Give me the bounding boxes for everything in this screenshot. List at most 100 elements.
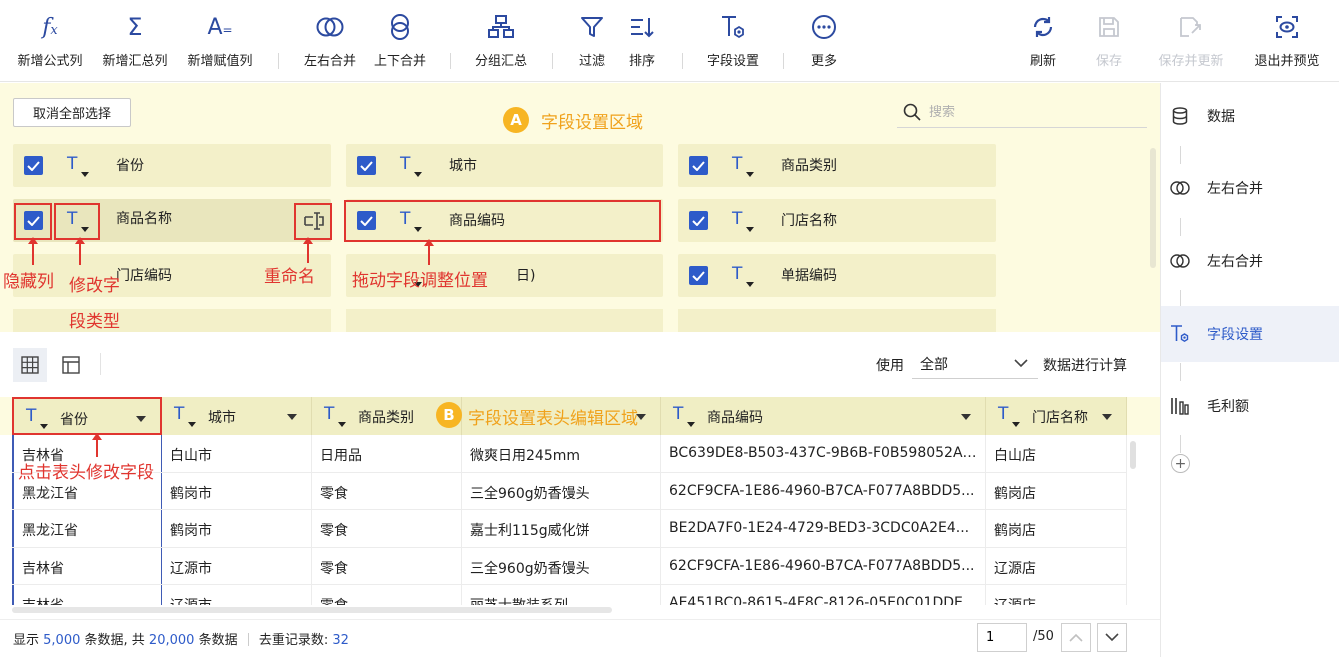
table-body: 吉林省 白山市 日用品 微爽日用245mm BC639DE8-B503-437C… (12, 435, 1127, 605)
refresh-label: 刷新 (1029, 54, 1056, 69)
table-row[interactable]: 黑龙江省 鹤岗市 零食 三全960g奶香馒头 62CF9CFA-1E86-496… (12, 472, 1127, 510)
group-summary-button[interactable]: 分组汇总 (459, 10, 543, 69)
save-update-label: 保存并更新 (1158, 54, 1224, 69)
field-search[interactable] (897, 97, 1147, 128)
add-assign-column-button[interactable]: A= 新增赋值列 (178, 10, 262, 70)
field-checkbox[interactable] (357, 156, 376, 175)
annotation-box-rename (294, 203, 332, 240)
more-button[interactable]: 更多 (782, 10, 866, 69)
field-card[interactable]: T 单据编码 (678, 254, 996, 297)
table-vertical-scrollbar[interactable] (1130, 441, 1136, 469)
text-type-icon[interactable]: T (172, 403, 202, 429)
annotation-change-type-line1: 修改字 (69, 276, 120, 296)
sort-button[interactable]: 排序 (600, 10, 684, 69)
text-type-icon[interactable]: T (65, 153, 95, 179)
annotation-change-type-line2: 段类型 (69, 312, 120, 332)
text-type-icon[interactable]: T (322, 403, 352, 429)
text-type-icon[interactable]: T (398, 153, 428, 179)
ud-merge-button[interactable]: 上下合并 (358, 10, 442, 69)
table-horizontal-scrollbar[interactable] (12, 607, 612, 613)
calc-scope-select[interactable]: 全部 (912, 349, 1038, 379)
table-row[interactable]: 黑龙江省 鹤岗市 零食 嘉士利115g威化饼 BE2DA7F0-1E24-472… (12, 510, 1127, 548)
field-card[interactable]: T 城市 (346, 144, 663, 187)
divider (100, 353, 101, 375)
shown-count: 5,000 (43, 633, 81, 648)
save-button[interactable]: 保存 (1067, 10, 1151, 69)
layout-view-button[interactable] (54, 348, 88, 382)
prev-page-button[interactable] (1061, 623, 1091, 652)
chevron-down-icon (1105, 633, 1119, 642)
annotation-header-edit: 点击表头修改字段 (18, 463, 154, 483)
text-type-icon[interactable]: T (730, 153, 760, 179)
search-input[interactable] (929, 104, 1129, 120)
field-name: 门店名称 (781, 213, 837, 229)
chevron-down-icon (1014, 359, 1028, 368)
toolbar-divider (682, 53, 683, 69)
field-card[interactable]: T 商品类别 (678, 144, 996, 187)
dedup-count: 32 (332, 633, 349, 648)
sidebar-item-field-settings[interactable]: 字段设置 (1161, 306, 1339, 362)
formula-column-icon (1169, 395, 1191, 417)
lr-merge-icon (316, 10, 344, 44)
field-card-partial (678, 309, 996, 332)
annotation-hide-column: 隐藏列 (3, 272, 54, 292)
group-summary-icon (488, 10, 514, 44)
add-formula-column-button[interactable]: fx 新增公式列 (8, 10, 92, 70)
table-cell: 嘉士利115g威化饼 (462, 510, 661, 547)
sidebar-item-lr-merge[interactable]: 左右合并 (1161, 160, 1339, 216)
field-card[interactable]: T 省份 (13, 144, 331, 187)
text-type-icon[interactable]: T (730, 263, 760, 289)
save-and-update-button[interactable]: 保存并更新 (1149, 10, 1233, 69)
chevron-down-icon[interactable] (287, 414, 297, 420)
table-cell: 吉林省 (12, 585, 162, 605)
sidebar-item-gross-profit[interactable]: 毛利额 (1161, 378, 1339, 434)
sidebar-connector (1180, 435, 1181, 453)
field-checkbox[interactable] (689, 211, 708, 230)
field-checkbox[interactable] (689, 266, 708, 285)
field-checkbox[interactable] (24, 156, 43, 175)
column-header-store-name[interactable]: T 门店名称 (986, 397, 1127, 435)
table-cell: 零食 (312, 510, 462, 547)
sidebar-item-lr-merge[interactable]: 左右合并 (1161, 233, 1339, 289)
chevron-down-icon[interactable] (136, 416, 146, 422)
field-name: 单据编码 (781, 268, 837, 284)
table-footer: 显示 5,000 条数据, 共 20,000 条数据 去重记录数: 32 /50 (0, 619, 1160, 657)
table-row[interactable]: 吉林省 辽源市 零食 丽芝士散装系列 AE451BC0-8615-4F8C-81… (12, 585, 1127, 605)
lr-merge-icon (1169, 177, 1191, 199)
table-cell: 鹤岗市 (162, 510, 312, 547)
table-cell: 零食 (312, 472, 462, 509)
text-type-icon[interactable]: T (671, 403, 701, 429)
sidebar-item-data[interactable]: 数据 (1161, 88, 1339, 144)
field-area-scrollbar[interactable] (1150, 148, 1156, 268)
table-row[interactable]: 吉林省 辽源市 零食 三全960g奶香馒头 62CF9CFA-1E86-4960… (12, 547, 1127, 585)
table-cell: 62CF9CFA-1E86-4960-B7CA-F077A8BDD5... (661, 472, 986, 509)
table-cell: 丽芝士散装系列 (462, 585, 661, 605)
text-type-icon[interactable]: T (730, 208, 760, 234)
grid-view-button[interactable] (13, 348, 47, 382)
page-number-input[interactable] (977, 623, 1027, 652)
chevron-down-icon[interactable] (961, 414, 971, 420)
add-step-button[interactable]: + (1171, 454, 1190, 473)
step-sidebar: 数据 左右合并 左右合并 字段设置 毛利额 + (1160, 83, 1339, 657)
table-row[interactable]: 吉林省 白山市 日用品 微爽日用245mm BC639DE8-B503-437C… (12, 435, 1127, 473)
column-header-city[interactable]: T 城市 (162, 397, 312, 435)
text-type-icon[interactable]: T (24, 405, 54, 431)
chevron-down-icon[interactable] (1102, 414, 1112, 420)
clear-all-selection-button[interactable]: 取消全部选择 (13, 98, 131, 127)
sigma-icon: Σ (127, 13, 143, 41)
dedup-label: 去重记录数: (258, 633, 329, 648)
lr-merge-icon (1169, 250, 1191, 272)
exit-and-preview-button[interactable]: 退出并预览 (1245, 10, 1329, 69)
field-settings-button[interactable]: 字段设置 (691, 10, 775, 69)
column-header-province[interactable]: T 省份 (12, 397, 162, 435)
add-summary-column-button[interactable]: Σ 新增汇总列 (93, 10, 177, 69)
field-checkbox[interactable] (689, 156, 708, 175)
column-header-product-code[interactable]: T 商品编码 (661, 397, 986, 435)
page-total: /50 (1033, 629, 1054, 644)
field-name: 商品名称 (116, 211, 172, 227)
next-page-button[interactable] (1097, 623, 1127, 652)
field-card[interactable]: T 门店名称 (678, 199, 996, 242)
text-type-icon[interactable]: T (996, 403, 1026, 429)
annotation-arrow (75, 237, 85, 265)
search-icon (903, 103, 921, 121)
